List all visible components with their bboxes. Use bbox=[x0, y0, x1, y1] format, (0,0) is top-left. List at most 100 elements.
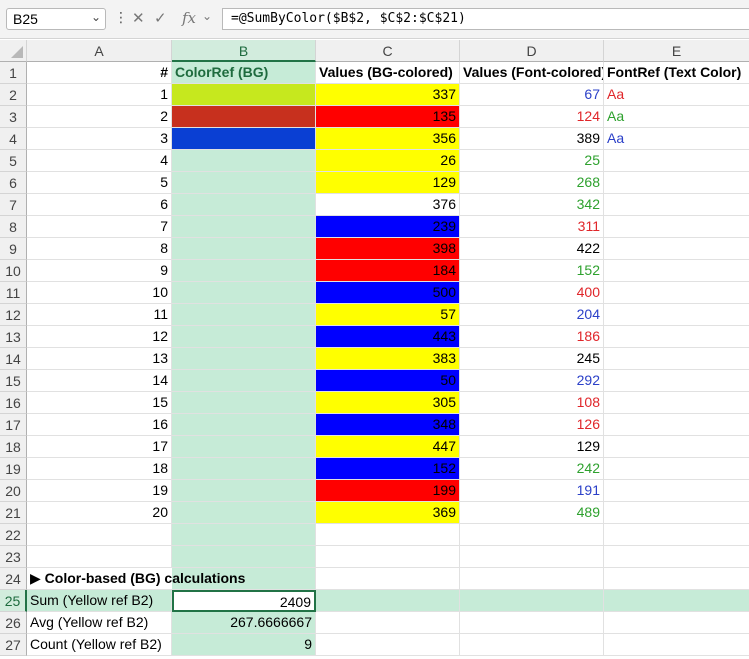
column-header-a[interactable]: A bbox=[27, 40, 172, 62]
empty-cell[interactable] bbox=[27, 546, 172, 568]
font-value-cell[interactable]: 67 bbox=[460, 84, 604, 106]
font-value-cell[interactable]: 268 bbox=[460, 172, 604, 194]
fontref-cell[interactable] bbox=[604, 414, 749, 436]
colorref-cell[interactable] bbox=[172, 458, 316, 480]
row-header[interactable]: 23 bbox=[0, 546, 27, 568]
empty-cell[interactable] bbox=[316, 612, 460, 634]
row-header[interactable]: 26 bbox=[0, 612, 27, 634]
bg-value-cell[interactable]: 383 bbox=[316, 348, 460, 370]
row-header[interactable]: 22 bbox=[0, 524, 27, 546]
row-header[interactable]: 11 bbox=[0, 282, 27, 304]
font-value-cell[interactable]: 422 bbox=[460, 238, 604, 260]
colorref-cell[interactable] bbox=[172, 150, 316, 172]
font-value-cell[interactable]: 126 bbox=[460, 414, 604, 436]
bg-value-cell[interactable]: 50 bbox=[316, 370, 460, 392]
fontref-cell[interactable] bbox=[604, 260, 749, 282]
empty-cell[interactable] bbox=[604, 634, 749, 656]
font-value-cell[interactable]: 342 bbox=[460, 194, 604, 216]
empty-cell[interactable] bbox=[604, 524, 749, 546]
empty-cell[interactable] bbox=[460, 590, 604, 612]
row-index-cell[interactable]: 19 bbox=[27, 480, 172, 502]
row-index-cell[interactable]: 8 bbox=[27, 238, 172, 260]
header-cell-fontref[interactable]: FontRef (Text Color) bbox=[604, 62, 749, 84]
row-header[interactable]: 27 bbox=[0, 634, 27, 656]
colorref-cell[interactable] bbox=[172, 238, 316, 260]
font-value-cell[interactable]: 25 bbox=[460, 150, 604, 172]
row-index-cell[interactable]: 15 bbox=[27, 392, 172, 414]
colorref-cell[interactable] bbox=[172, 106, 316, 128]
font-value-cell[interactable]: 129 bbox=[460, 436, 604, 458]
fontref-cell[interactable] bbox=[604, 502, 749, 524]
row-index-cell[interactable]: 5 bbox=[27, 172, 172, 194]
column-header-d[interactable]: D bbox=[460, 40, 604, 62]
fontref-cell[interactable] bbox=[604, 150, 749, 172]
chevron-down-icon[interactable]: ⌄ bbox=[91, 10, 101, 24]
row-index-cell[interactable]: 4 bbox=[27, 150, 172, 172]
row-header[interactable]: 19 bbox=[0, 458, 27, 480]
formula-input[interactable]: =@SumByColor($B$2, $C$2:$C$21) bbox=[222, 8, 749, 30]
colorref-cell[interactable] bbox=[172, 84, 316, 106]
row-header[interactable]: 2 bbox=[0, 84, 27, 106]
bg-value-cell[interactable]: 129 bbox=[316, 172, 460, 194]
row-header[interactable]: 7 bbox=[0, 194, 27, 216]
header-cell-bg-values[interactable]: Values (BG-colored) bbox=[316, 62, 460, 84]
font-value-cell[interactable]: 389 bbox=[460, 128, 604, 150]
font-value-cell[interactable]: 292 bbox=[460, 370, 604, 392]
row-header[interactable]: 4 bbox=[0, 128, 27, 150]
empty-cell[interactable] bbox=[460, 568, 604, 590]
fontref-cell[interactable] bbox=[604, 436, 749, 458]
fontref-cell[interactable] bbox=[604, 172, 749, 194]
empty-cell[interactable] bbox=[604, 612, 749, 634]
bg-value-cell[interactable]: 26 bbox=[316, 150, 460, 172]
calc-label-cell[interactable]: Avg (Yellow ref B2) bbox=[27, 612, 172, 634]
select-all-corner[interactable] bbox=[0, 40, 27, 62]
font-value-cell[interactable]: 124 bbox=[460, 106, 604, 128]
row-index-cell[interactable]: 10 bbox=[27, 282, 172, 304]
row-index-cell[interactable]: 18 bbox=[27, 458, 172, 480]
fontref-cell[interactable] bbox=[604, 238, 749, 260]
bg-value-cell[interactable]: 356 bbox=[316, 128, 460, 150]
bg-value-cell[interactable]: 376 bbox=[316, 194, 460, 216]
fontref-cell[interactable] bbox=[604, 304, 749, 326]
row-header[interactable]: 18 bbox=[0, 436, 27, 458]
row-header[interactable]: 16 bbox=[0, 392, 27, 414]
colorref-cell[interactable] bbox=[172, 216, 316, 238]
row-header[interactable]: 20 bbox=[0, 480, 27, 502]
fontref-cell[interactable]: Aa bbox=[604, 84, 749, 106]
calc-label-cell[interactable]: Sum (Yellow ref B2) bbox=[27, 590, 172, 612]
empty-cell[interactable] bbox=[604, 590, 749, 612]
bg-value-cell[interactable]: 447 bbox=[316, 436, 460, 458]
bg-value-cell[interactable]: 57 bbox=[316, 304, 460, 326]
section-title[interactable]: ▶ Color-based (BG) calculations bbox=[27, 568, 316, 590]
calc-label-cell[interactable]: Count (Yellow ref B2) bbox=[27, 634, 172, 656]
row-header[interactable]: 14 bbox=[0, 348, 27, 370]
calc-value-cell[interactable]: 267.6666667 bbox=[172, 612, 316, 634]
row-index-cell[interactable]: 13 bbox=[27, 348, 172, 370]
fontref-cell[interactable] bbox=[604, 348, 749, 370]
row-header[interactable]: 15 bbox=[0, 370, 27, 392]
row-index-cell[interactable]: 2 bbox=[27, 106, 172, 128]
bg-value-cell[interactable]: 398 bbox=[316, 238, 460, 260]
bg-value-cell[interactable]: 443 bbox=[316, 326, 460, 348]
bg-value-cell[interactable]: 152 bbox=[316, 458, 460, 480]
column-header-b[interactable]: B bbox=[172, 40, 316, 62]
row-index-cell[interactable]: 6 bbox=[27, 194, 172, 216]
fontref-cell[interactable] bbox=[604, 392, 749, 414]
font-value-cell[interactable]: 242 bbox=[460, 458, 604, 480]
font-value-cell[interactable]: 191 bbox=[460, 480, 604, 502]
fontref-cell[interactable] bbox=[604, 370, 749, 392]
fontref-cell[interactable] bbox=[604, 216, 749, 238]
row-header[interactable]: 1 bbox=[0, 62, 27, 84]
row-header[interactable]: 13 bbox=[0, 326, 27, 348]
insert-function-icon[interactable]: fx bbox=[182, 9, 196, 27]
colorref-cell[interactable] bbox=[172, 480, 316, 502]
empty-cell[interactable] bbox=[604, 546, 749, 568]
font-value-cell[interactable]: 245 bbox=[460, 348, 604, 370]
empty-cell[interactable] bbox=[27, 524, 172, 546]
empty-cell[interactable] bbox=[172, 546, 316, 568]
enter-check-icon[interactable]: ✓ bbox=[154, 9, 167, 27]
empty-cell[interactable] bbox=[316, 568, 460, 590]
fontref-cell[interactable] bbox=[604, 282, 749, 304]
fontref-cell[interactable] bbox=[604, 458, 749, 480]
colorref-cell[interactable] bbox=[172, 348, 316, 370]
